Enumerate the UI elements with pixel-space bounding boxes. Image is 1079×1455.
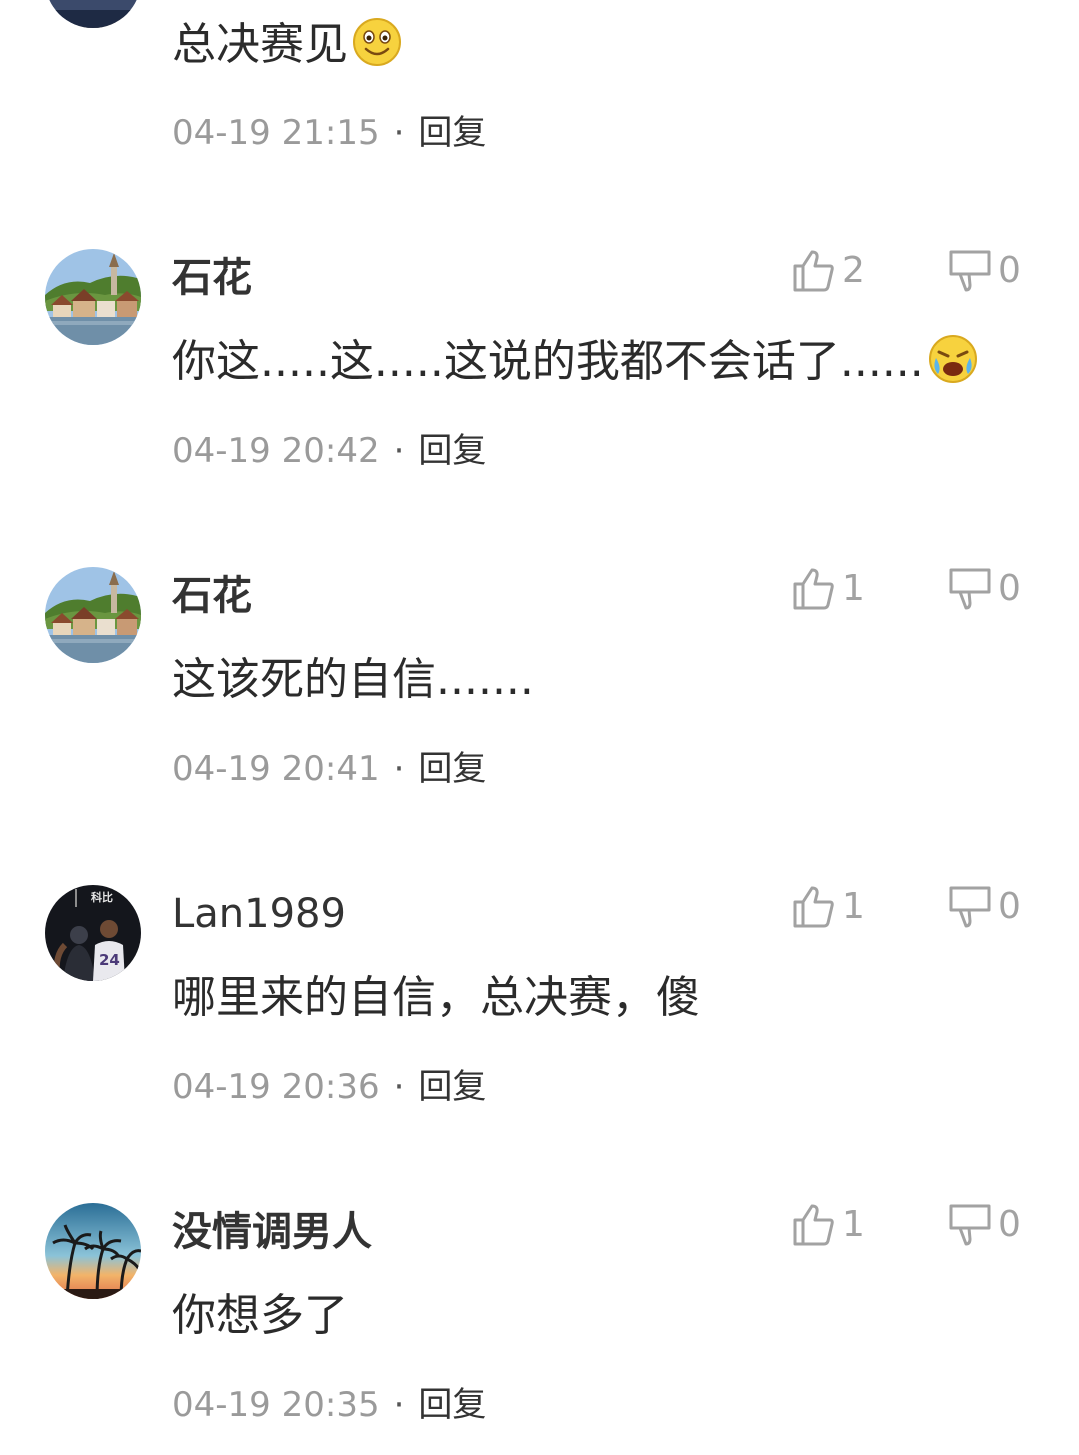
thumbs-up-icon (793, 1204, 834, 1246)
comment-text: 这该死的自信....... (172, 654, 534, 705)
thumbs-down-icon (949, 1204, 991, 1246)
dislike-button[interactable]: 0 (948, 246, 1021, 294)
comment-meta: 04-19 20:36 · 回复 (172, 1065, 486, 1109)
thumbs-up-icon (793, 886, 834, 928)
separator-dot: · (393, 113, 405, 153)
dislike-count: 0 (998, 1203, 1021, 1245)
comment-meta: 04-19 20:35 · 回复 (172, 1383, 486, 1427)
reply-button[interactable]: 回复 (418, 1067, 486, 1107)
comment-meta: 04-19 21:15 · 回复 (172, 111, 486, 155)
dislike-count: 0 (998, 885, 1021, 927)
thumbs-down-icon (949, 568, 991, 610)
avatar[interactable] (45, 1203, 141, 1299)
username[interactable]: 石花 (172, 250, 252, 306)
separator-dot: · (393, 431, 405, 471)
like-count: 1 (842, 1203, 865, 1245)
reply-button[interactable]: 回复 (418, 113, 486, 153)
username[interactable]: 石花 (172, 568, 252, 624)
username[interactable]: Lan1989 (172, 886, 346, 942)
landscape-avatar-icon (45, 249, 141, 345)
basketball-player-avatar-icon: 科比 24 (45, 885, 141, 981)
dislike-button[interactable]: 0 (948, 882, 1021, 930)
like-count: 1 (842, 567, 865, 609)
like-button[interactable]: 1 (792, 1200, 865, 1248)
avatar[interactable] (45, 249, 141, 345)
jersey-number: 24 (99, 951, 120, 969)
thumbs-up-icon (793, 568, 834, 610)
like-button[interactable]: 1 (792, 564, 865, 612)
like-count: 1 (842, 885, 865, 927)
dislike-count: 0 (998, 249, 1021, 291)
comment-text: 你这.....这.....这说的我都不会话了...... (172, 332, 978, 392)
separator-dot: · (393, 1385, 405, 1425)
reply-button[interactable]: 回复 (418, 749, 486, 789)
palm-sunset-avatar-icon (45, 1203, 141, 1299)
dislike-button[interactable]: 0 (948, 1200, 1021, 1248)
avatar[interactable]: 科比 24 (45, 885, 141, 981)
like-count: 2 (842, 249, 865, 291)
thumbs-down-icon (949, 886, 991, 928)
dislike-count: 0 (998, 567, 1021, 609)
comment-time: 04-19 20:36 (172, 1067, 380, 1107)
comment-time: 04-19 20:41 (172, 749, 380, 789)
comment-text: 哪里来的自信，总决赛，傻 (172, 972, 700, 1023)
landscape-avatar-icon (45, 567, 141, 663)
username[interactable]: 没情调男人 (172, 1204, 372, 1260)
avatar[interactable] (45, 567, 141, 663)
comment-meta: 04-19 20:42 · 回复 (172, 429, 486, 473)
crying-emoji-icon (928, 334, 978, 384)
avatar[interactable] (45, 0, 141, 28)
separator-dot: · (393, 1067, 405, 1107)
comment-text: 总决赛见 (172, 15, 402, 75)
reply-button[interactable]: 回复 (418, 1385, 486, 1425)
comment-time: 04-19 21:15 (172, 113, 380, 153)
separator-dot: · (393, 749, 405, 789)
smile-emoji-icon (352, 17, 402, 67)
thumbs-down-icon (949, 250, 991, 292)
like-button[interactable]: 1 (792, 882, 865, 930)
comment-time: 04-19 20:35 (172, 1385, 380, 1425)
thumbs-up-icon (793, 250, 834, 292)
dislike-button[interactable]: 0 (948, 564, 1021, 612)
comment-meta: 04-19 20:41 · 回复 (172, 747, 486, 791)
avatar-caption: 科比 (91, 890, 113, 904)
comment-text: 你想多了 (172, 1290, 348, 1341)
like-button[interactable]: 2 (792, 246, 865, 294)
comment-time: 04-19 20:42 (172, 431, 380, 471)
reply-button[interactable]: 回复 (418, 431, 486, 471)
